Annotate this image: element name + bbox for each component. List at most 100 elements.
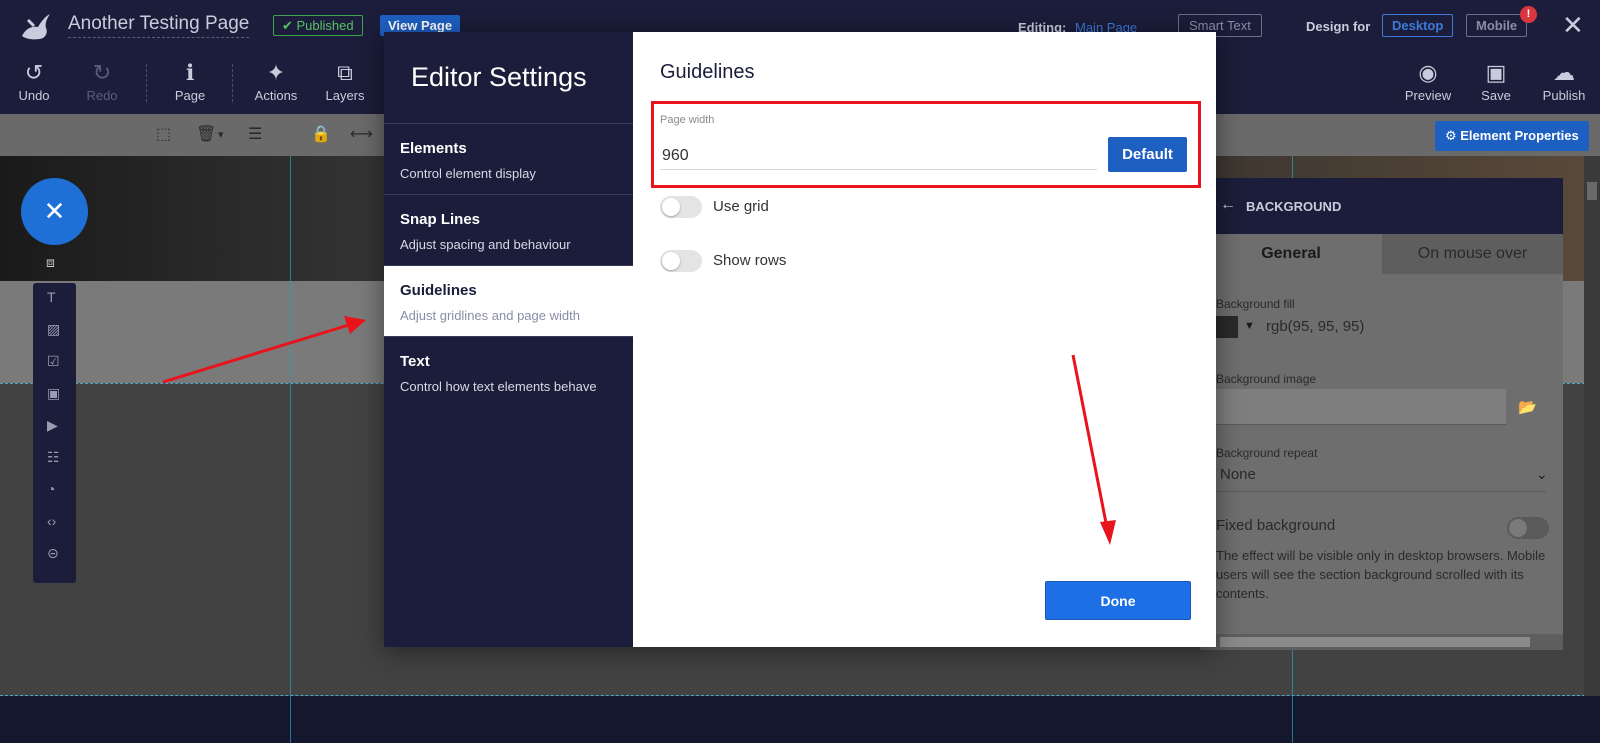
chevron-down-icon[interactable]: ⌄ xyxy=(1536,466,1548,483)
color-swatch[interactable] xyxy=(1216,316,1238,338)
lock-icon[interactable]: 🔒 xyxy=(311,124,331,144)
sidebar-item-text[interactable]: Text Control how text elements behave xyxy=(384,336,633,407)
eye-icon: ◉ xyxy=(1418,60,1438,85)
image-element-icon[interactable]: ▨ xyxy=(47,321,60,338)
form-element-icon[interactable]: ☑ xyxy=(47,353,60,370)
publish-button[interactable]: ☁ Publish xyxy=(1534,58,1594,103)
text-element-icon[interactable]: T xyxy=(47,289,56,305)
info-icon: ℹ xyxy=(185,60,195,85)
layers-label: Layers xyxy=(325,88,365,103)
close-add-menu-button[interactable]: ✕ xyxy=(21,178,88,245)
sidebar-item-desc: Control element display xyxy=(400,166,536,181)
show-rows-toggle[interactable] xyxy=(660,250,702,272)
add-element-bar: T ▨ ☑ ▣ ▶ ☷ ◔ ‹› ⊝ xyxy=(33,283,76,583)
vertical-scrollbar[interactable] xyxy=(1584,156,1600,696)
page-label: Page xyxy=(174,88,206,103)
sidebar-item-desc: Adjust spacing and behaviour xyxy=(400,237,571,252)
sidebar-item-title: Guidelines xyxy=(400,282,477,299)
scrollbar-thumb[interactable] xyxy=(1220,637,1530,647)
design-for-label: Design for xyxy=(1306,19,1371,34)
background-fill-label: Background fill xyxy=(1216,297,1295,311)
redo-label: Redo xyxy=(86,88,118,103)
undo-button[interactable]: ↺ Undo xyxy=(4,58,64,103)
code-element-icon[interactable]: ‹› xyxy=(47,513,56,529)
settings-sidebar: Editor Settings Elements Control element… xyxy=(384,32,633,647)
use-grid-toggle[interactable] xyxy=(660,196,702,218)
sidebar-item-title: Snap Lines xyxy=(400,211,481,228)
modal-title: Editor Settings xyxy=(411,62,587,92)
timer-element-icon[interactable]: ◔ xyxy=(47,481,55,497)
annotation-highlight-box xyxy=(651,101,1201,188)
save-button[interactable]: ▣ Save xyxy=(1466,58,1526,103)
done-button[interactable]: Done xyxy=(1045,581,1191,620)
published-badge: ✔ Published xyxy=(273,15,363,36)
fixed-background-toggle[interactable] xyxy=(1507,517,1549,539)
section-title: Guidelines xyxy=(660,61,755,83)
actions-button[interactable]: ✦ Actions xyxy=(246,58,306,103)
horizontal-scrollbar[interactable] xyxy=(1200,634,1563,650)
caret-down-icon[interactable]: ▼ xyxy=(1244,320,1255,332)
page-button[interactable]: ℹ Page xyxy=(160,58,220,103)
sidebar-item-desc: Control how text elements behave xyxy=(400,379,597,394)
page-title[interactable]: Another Testing Page xyxy=(68,13,250,38)
divider xyxy=(1216,491,1546,492)
background-panel-title: BACKGROUND xyxy=(1246,199,1342,214)
sidebar-item-title: Elements xyxy=(400,140,467,157)
sidebar-item-snap-lines[interactable]: Snap Lines Adjust spacing and behaviour xyxy=(384,194,633,265)
mobile-alert-badge: ! xyxy=(1520,6,1537,23)
background-panel-header: ← BACKGROUND xyxy=(1200,178,1563,234)
more-element-icon[interactable]: ⊝ xyxy=(47,545,59,562)
box-element-icon[interactable]: ▣ xyxy=(47,385,60,402)
background-repeat-label: Background repeat xyxy=(1216,446,1318,460)
publish-label: Publish xyxy=(1542,88,1586,103)
sidebar-item-elements[interactable]: Elements Control element display xyxy=(384,123,633,194)
chevron-down-icon[interactable]: ▾ xyxy=(218,128,224,141)
background-properties-panel: ← BACKGROUND General On mouse over Backg… xyxy=(1200,178,1563,650)
redo-button[interactable]: ↻ Redo xyxy=(72,58,132,103)
close-icon[interactable]: ✕ xyxy=(1562,12,1584,38)
scrollbar-thumb[interactable] xyxy=(1587,182,1597,200)
tab-general[interactable]: General xyxy=(1200,234,1382,274)
video-element-icon[interactable]: ▶ xyxy=(47,417,58,434)
use-grid-label: Use grid xyxy=(713,198,769,215)
floppy-disk-icon: ▣ xyxy=(1485,60,1507,85)
background-image-input[interactable] xyxy=(1216,389,1506,425)
layers-icon: ⧉ xyxy=(337,60,353,85)
deselect-icon[interactable]: ⬚ xyxy=(156,124,171,144)
save-label: Save xyxy=(1481,88,1511,103)
magic-wand-icon: ✦ xyxy=(266,60,286,85)
footer-section[interactable] xyxy=(0,696,1600,743)
toolbar-divider xyxy=(146,64,147,102)
back-arrow-icon[interactable]: ← xyxy=(1220,196,1236,214)
undo-label: Undo xyxy=(18,88,50,103)
element-properties-button[interactable]: ⚙ Element Properties xyxy=(1435,121,1589,151)
sidebar-item-title: Text xyxy=(400,353,430,370)
tab-on-mouse-over[interactable]: On mouse over xyxy=(1382,234,1563,274)
editor-settings-modal: Editor Settings Elements Control element… xyxy=(384,32,1216,647)
mobile-button[interactable]: Mobile xyxy=(1466,14,1528,37)
layout-icon[interactable]: ☰ xyxy=(248,124,262,144)
background-tabs: General On mouse over xyxy=(1200,234,1563,274)
widget-element-icon[interactable]: ☷ xyxy=(47,449,60,466)
layers-button[interactable]: ⧉ Layers xyxy=(315,58,375,103)
desktop-button[interactable]: Desktop xyxy=(1382,14,1454,37)
guideline-left xyxy=(290,156,291,743)
rabbit-logo-icon[interactable] xyxy=(18,10,52,42)
preview-label: Preview xyxy=(1404,88,1452,103)
folder-open-icon[interactable]: 📂 xyxy=(1518,398,1537,416)
undo-icon: ↺ xyxy=(24,60,44,85)
fixed-background-note: The effect will be visible only in deskt… xyxy=(1216,548,1546,601)
puzzle-icon[interactable]: ⧈ xyxy=(46,254,55,271)
sidebar-item-guidelines[interactable]: Guidelines Adjust gridlines and page wid… xyxy=(384,265,633,336)
stretch-icon[interactable]: ⟷ xyxy=(350,124,373,144)
toolbar-divider xyxy=(232,64,233,102)
background-fill-value[interactable]: rgb(95, 95, 95) xyxy=(1266,318,1364,335)
trash-icon[interactable]: 🗑 xyxy=(196,124,216,144)
fixed-background-label: Fixed background xyxy=(1216,517,1336,534)
redo-icon: ↻ xyxy=(92,60,112,85)
background-image-label: Background image xyxy=(1216,372,1317,386)
sidebar-item-desc: Adjust gridlines and page width xyxy=(400,308,580,323)
actions-label: Actions xyxy=(254,88,298,103)
background-repeat-select[interactable]: None xyxy=(1220,466,1256,483)
preview-button[interactable]: ◉ Preview xyxy=(1398,58,1458,103)
